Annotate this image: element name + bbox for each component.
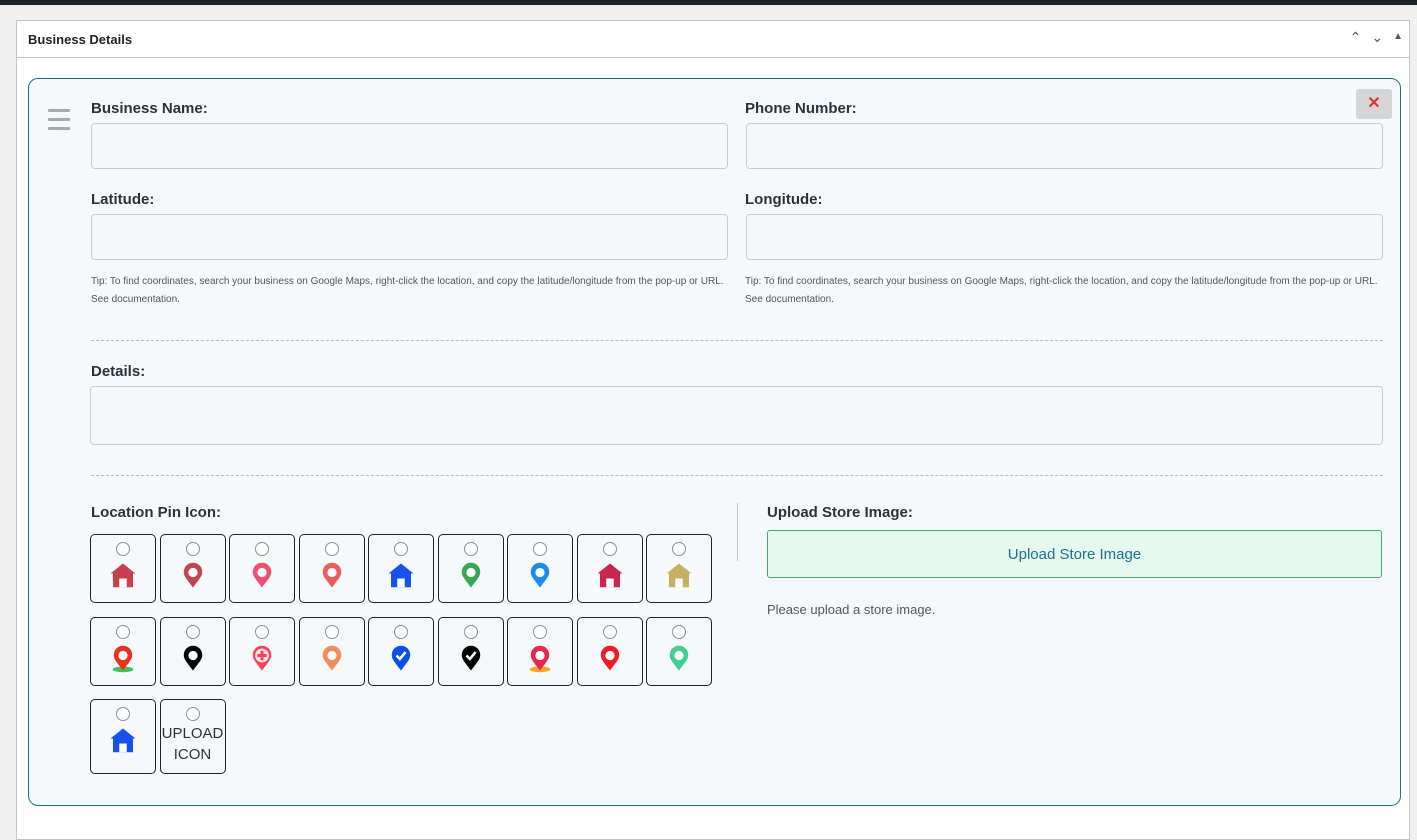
pin-radio[interactable] bbox=[116, 542, 130, 556]
panel-title: Business Details bbox=[28, 31, 133, 47]
move-down-icon[interactable]: ⌄ bbox=[1371, 29, 1383, 46]
pin-option-house-3d[interactable] bbox=[646, 534, 712, 603]
pin-radio[interactable] bbox=[533, 624, 547, 639]
upload-image-label: Upload Store Image: bbox=[767, 504, 913, 521]
longitude-label: Longitude: bbox=[745, 191, 823, 208]
panel-header: Business Details bbox=[17, 21, 1409, 58]
pin-radio[interactable] bbox=[255, 624, 269, 639]
divider bbox=[91, 475, 1383, 476]
details-label: Details: bbox=[91, 363, 146, 380]
pin-blue-icon bbox=[508, 561, 572, 591]
pin-radio[interactable] bbox=[602, 624, 617, 639]
house-gear-icon bbox=[91, 561, 155, 591]
pin-option-store-gear[interactable] bbox=[90, 699, 156, 774]
pin-option-pin-red-ground[interactable] bbox=[90, 616, 156, 686]
pin-radio[interactable] bbox=[324, 624, 339, 639]
upload-icon-option[interactable]: UPLOAD ICON bbox=[159, 699, 226, 774]
pin-radio[interactable] bbox=[185, 624, 200, 639]
business-name-label: Business Name: bbox=[91, 100, 208, 117]
business-name-input[interactable] bbox=[91, 123, 728, 169]
business-entry-card: ✕ Business Name: Phone Number: Latitude:… bbox=[28, 78, 1401, 806]
storefront-icon bbox=[369, 561, 433, 591]
pin-red-ground-icon bbox=[91, 644, 155, 674]
house-3d-icon bbox=[647, 561, 711, 591]
pin-radio[interactable] bbox=[394, 542, 408, 556]
business-details-panel: Business Details ⌃ ⌄ ▲ ✕ Business Name: … bbox=[16, 20, 1410, 840]
pin-radio[interactable] bbox=[394, 624, 408, 639]
move-up-icon[interactable]: ⌃ bbox=[1350, 29, 1362, 46]
pin-option-pin-orange[interactable] bbox=[298, 616, 365, 686]
pin-black-icon bbox=[161, 644, 225, 674]
pin-icon-label: Location Pin Icon: bbox=[91, 504, 221, 521]
phone-label: Phone Number: bbox=[745, 100, 857, 117]
pin-wrench-icon bbox=[300, 561, 364, 591]
pin-option-pin-black[interactable] bbox=[159, 616, 226, 686]
tip-text: Tip: To find coordinates, search your bu… bbox=[91, 276, 724, 287]
pin-radio[interactable] bbox=[324, 542, 339, 556]
pin-option-pin-ripple[interactable] bbox=[159, 534, 226, 603]
longitude-tip: Tip: To find coordinates, search your bu… bbox=[745, 273, 1385, 309]
pin-option-pin-wrench[interactable] bbox=[298, 534, 365, 603]
pin-radio[interactable] bbox=[602, 542, 617, 556]
pin-option-storefront[interactable] bbox=[368, 534, 434, 603]
pin-ripple-icon bbox=[161, 561, 225, 591]
pin-option-google-maps-pin[interactable] bbox=[437, 534, 504, 603]
divider bbox=[91, 340, 1383, 341]
pin-blue-check-icon bbox=[369, 644, 433, 674]
pin-option-pin-red[interactable] bbox=[576, 616, 643, 686]
pin-orange-icon bbox=[300, 644, 364, 674]
latitude-label: Latitude: bbox=[91, 191, 155, 208]
pin-option-pin-pink[interactable] bbox=[229, 534, 295, 603]
store-gear-icon bbox=[91, 726, 155, 756]
documentation-link[interactable]: See documentation. bbox=[745, 291, 1385, 309]
pin-radio[interactable] bbox=[185, 707, 200, 721]
pin-green-icon bbox=[647, 644, 711, 674]
pin-radio[interactable] bbox=[116, 624, 130, 639]
pin-pink-icon bbox=[230, 561, 294, 591]
pin-radio[interactable] bbox=[672, 542, 686, 556]
remove-entry-button[interactable]: ✕ bbox=[1356, 89, 1392, 119]
pin-option-pin-medical[interactable] bbox=[229, 616, 295, 686]
pin-house-icon bbox=[578, 561, 642, 591]
pin-red-icon bbox=[578, 644, 642, 674]
pin-radio[interactable] bbox=[116, 707, 130, 721]
pin-navigation-icon bbox=[508, 644, 572, 674]
pin-radio[interactable] bbox=[463, 624, 478, 639]
google-maps-pin-icon bbox=[439, 561, 503, 591]
details-textarea[interactable] bbox=[90, 386, 1383, 445]
latitude-input[interactable] bbox=[91, 214, 728, 260]
pin-radio[interactable] bbox=[255, 542, 269, 556]
pin-option-pin-blue-check[interactable] bbox=[368, 616, 434, 686]
pin-option-pin-black-check[interactable] bbox=[437, 616, 504, 686]
pin-medical-icon bbox=[230, 644, 294, 674]
drag-handle-icon[interactable] bbox=[48, 109, 70, 136]
latitude-tip: Tip: To find coordinates, search your bu… bbox=[91, 273, 731, 309]
admin-bar bbox=[0, 0, 1417, 5]
upload-icon-label: UPLOAD ICON bbox=[161, 725, 224, 763]
upload-store-image-button[interactable]: Upload Store Image bbox=[767, 530, 1382, 578]
phone-input[interactable] bbox=[746, 123, 1383, 169]
pin-option-pin-blue[interactable] bbox=[507, 534, 573, 603]
pin-radio[interactable] bbox=[463, 542, 478, 556]
longitude-input[interactable] bbox=[746, 214, 1383, 260]
pin-option-house-gear[interactable] bbox=[90, 534, 156, 603]
column-separator bbox=[737, 503, 738, 561]
upload-help-text: Please upload a store image. bbox=[767, 602, 936, 617]
pin-radio[interactable] bbox=[672, 624, 686, 639]
pin-option-pin-green[interactable] bbox=[646, 616, 712, 686]
pin-black-check-icon bbox=[439, 644, 503, 674]
pin-radio[interactable] bbox=[185, 542, 200, 556]
documentation-link[interactable]: See documentation. bbox=[91, 291, 731, 309]
toggle-panel-icon[interactable]: ▲ bbox=[1393, 31, 1403, 46]
pin-option-pin-navigation[interactable] bbox=[507, 616, 573, 686]
pin-radio[interactable] bbox=[533, 542, 547, 556]
pin-option-pin-house[interactable] bbox=[576, 534, 643, 603]
tip-text: Tip: To find coordinates, search your bu… bbox=[745, 276, 1378, 287]
